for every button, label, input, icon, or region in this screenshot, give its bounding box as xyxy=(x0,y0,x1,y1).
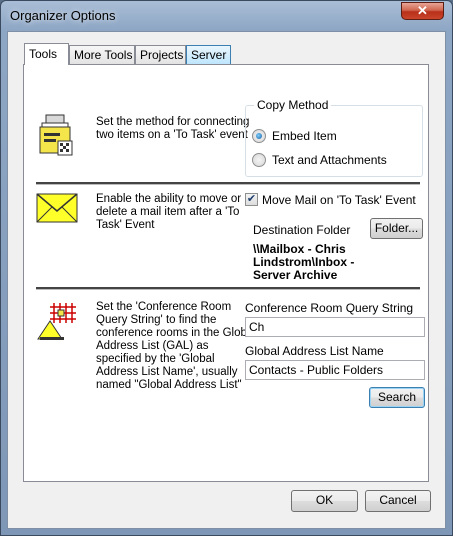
embed-item-radio[interactable] xyxy=(252,129,266,143)
section-divider xyxy=(36,287,420,290)
folder-button[interactable]: Folder... xyxy=(370,218,423,239)
copy-method-group: Copy Method Embed Item Text and Attachme… xyxy=(245,98,423,177)
tools-tab-panel: Set the method for connecting two items … xyxy=(23,64,429,482)
tab-tools[interactable]: Tools xyxy=(24,43,69,65)
search-button[interactable]: Search xyxy=(369,387,425,408)
dialog-client-area: Tools More Tools Projects Server Set the… xyxy=(7,31,446,529)
tab-tools-label: Tools xyxy=(29,47,58,61)
gal-name-input[interactable]: Contacts - Public Folders xyxy=(245,360,425,380)
tab-more-tools[interactable]: More Tools xyxy=(69,45,135,64)
tab-server-label: Server xyxy=(191,48,227,62)
tab-projects-label: Projects xyxy=(140,48,184,62)
section1-description: Set the method for connecting two items … xyxy=(96,116,250,141)
move-mail-label[interactable]: Move Mail on 'To Task' Event xyxy=(262,193,416,207)
title-bar[interactable]: Organizer Options ✕ xyxy=(1,1,452,31)
query-string-input[interactable]: Ch xyxy=(245,317,425,337)
close-button[interactable]: ✕ xyxy=(401,2,444,20)
tab-server[interactable]: Server xyxy=(186,45,231,64)
tab-more-tools-label: More Tools xyxy=(74,48,133,62)
tab-projects[interactable]: Projects xyxy=(135,45,186,64)
close-icon: ✕ xyxy=(417,3,428,18)
cancel-button[interactable]: Cancel xyxy=(365,490,431,512)
embed-item-label[interactable]: Embed Item xyxy=(272,129,337,143)
destination-folder-label: Destination Folder xyxy=(253,223,351,237)
query-string-label: Conference Room Query String xyxy=(245,301,414,315)
checkmark-icon: ✔ xyxy=(246,193,257,205)
folder-button-label: Folder... xyxy=(374,221,419,235)
conference-room-icon xyxy=(36,301,80,341)
cancel-button-label: Cancel xyxy=(379,493,417,507)
organizer-options-window: Organizer Options ✕ Tools More Tools Pro… xyxy=(0,0,453,536)
section3-description: Set the 'Conference Room Query String' t… xyxy=(96,301,256,391)
text-attachments-radio[interactable] xyxy=(252,153,266,167)
envelope-icon xyxy=(36,193,78,223)
window-title: Organizer Options xyxy=(10,8,116,23)
text-attachments-label[interactable]: Text and Attachments xyxy=(272,153,387,167)
section2-description: Enable the ability to move or delete a m… xyxy=(96,193,242,231)
search-button-label: Search xyxy=(377,390,417,404)
move-mail-checkbox[interactable]: ✔ xyxy=(245,193,258,206)
destination-path: \\Mailbox - Chris Lindstrom\Inbox - Serv… xyxy=(253,242,355,282)
section-divider xyxy=(36,182,420,185)
ok-button-label: OK xyxy=(315,493,334,507)
task-clipboard-icon xyxy=(36,113,76,161)
ok-button[interactable]: OK xyxy=(291,490,358,512)
copy-method-label: Copy Method xyxy=(254,98,332,112)
gal-name-label: Global Address List Name xyxy=(245,344,384,358)
